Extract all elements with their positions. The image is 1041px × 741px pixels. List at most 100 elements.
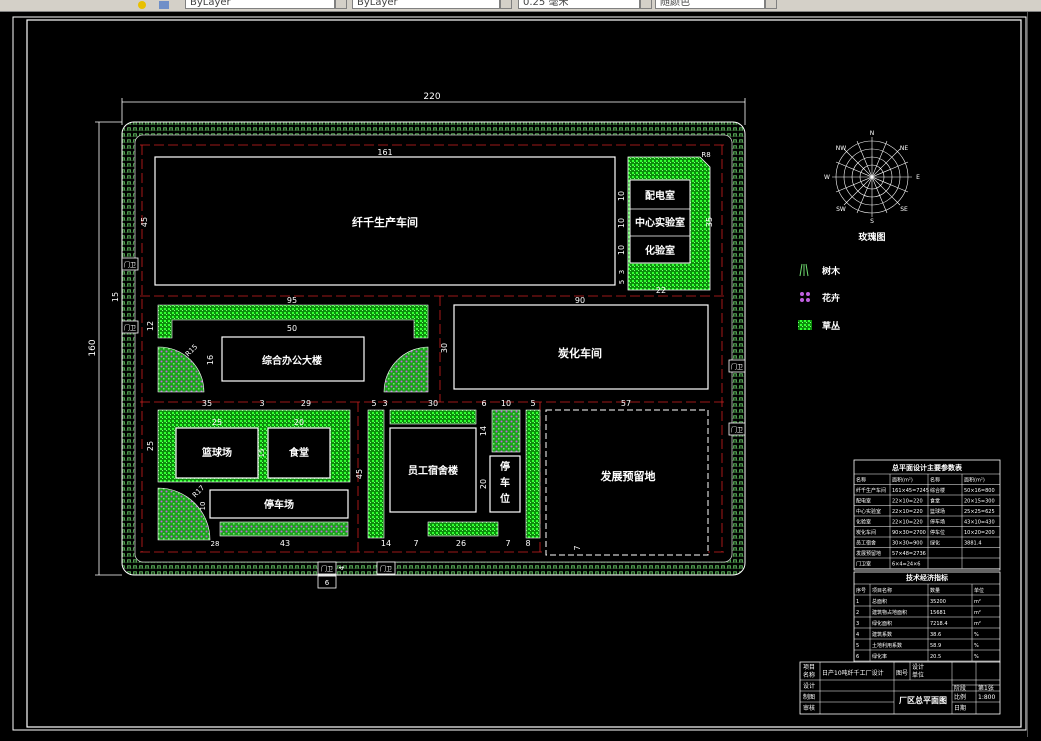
parking-flower-strip	[219, 521, 349, 537]
dim-label: 50	[287, 324, 297, 333]
color-combo[interactable]: ByLayer	[185, 0, 335, 9]
grass-icon	[798, 320, 812, 330]
parking-label: 停车场	[264, 498, 294, 511]
dim-label: 3	[259, 399, 264, 408]
lineweight-combo-arrow[interactable]	[640, 0, 652, 9]
compass-w: W	[824, 174, 830, 181]
table-cell: 4	[856, 632, 859, 638]
tb-drawing-label: 制图	[803, 693, 815, 701]
layer-tools-icon[interactable]	[158, 0, 170, 9]
table-cell: 22×10=220	[892, 499, 923, 505]
table-cell: 中心实验室	[856, 508, 881, 515]
table-cell: 门卫室	[856, 561, 871, 568]
lineweight-combo[interactable]: 0.25 毫米	[518, 0, 640, 9]
dim-label: 7	[505, 539, 510, 548]
table-cell: 篮球场	[930, 508, 945, 515]
gate-label: 门卫	[124, 324, 136, 332]
tb-project-label-1: 项目	[803, 664, 815, 671]
table-cell: 1	[856, 599, 859, 605]
table-cell: 停车位	[930, 529, 945, 536]
drawing-canvas[interactable]: 220 160 纤千生产车间 161 45 配电室 中心实验室 化验室 10 1…	[0, 12, 1041, 737]
parking-space-label-1: 停	[500, 460, 510, 473]
chem-room[interactable]: 化验室	[645, 244, 675, 257]
tb-design-unit-1: 设计	[912, 663, 924, 671]
dim-label: 10	[617, 245, 626, 255]
office-label: 综合办公大楼	[262, 354, 322, 367]
compass-ne: NE	[900, 145, 908, 152]
tree-icon	[799, 263, 809, 277]
table-cell: 员工宿舍	[856, 540, 876, 547]
dim-label: 43	[280, 539, 290, 548]
table-cell: 7218.4	[930, 621, 948, 627]
tb-title: 厂区总平面图	[899, 695, 947, 705]
central-lab[interactable]: 中心实验室	[635, 216, 685, 229]
table-cell: 90×30=2700	[892, 530, 926, 536]
dim-label: 15	[111, 292, 120, 302]
table-header-cell: 单位	[974, 587, 984, 594]
plotstyle-combo[interactable]: 随颜色	[655, 0, 765, 9]
dim-label: 30	[428, 399, 438, 408]
fiber-workshop-label: 纤千生产车间	[352, 215, 418, 229]
tb-stage-label: 阶段	[954, 684, 966, 692]
table-cell: 6	[856, 654, 859, 660]
tb-sheet-label: 第1张	[978, 684, 994, 692]
area-table: 总平面设计主要参数表 名称 面积(m²) 名称 面积(m²) 纤千生产车间 161×45=…	[853, 459, 1001, 571]
layer-state-icon[interactable]	[136, 0, 148, 9]
legend-flower-label: 花卉	[822, 292, 840, 304]
linetype-combo-arrow[interactable]	[500, 0, 512, 9]
dim-160-label: 160	[88, 339, 98, 356]
table-header-cell: 序号	[856, 587, 866, 594]
compass-n: N	[870, 130, 875, 137]
dim-label: R8	[701, 151, 710, 159]
dim-label: 10	[199, 502, 207, 511]
dorm-flower-bed	[491, 409, 521, 453]
table-cell: m²	[974, 621, 981, 627]
table-cell: 炭化车间	[856, 529, 876, 536]
gate-label: 门卫	[321, 565, 333, 573]
dim-label: 5	[371, 399, 376, 408]
compass-nw: NW	[836, 145, 846, 152]
plotstyle-combo-arrow[interactable]	[765, 0, 777, 9]
dim-label: 25	[146, 441, 155, 451]
table-header-cell: 名称	[856, 477, 866, 484]
tb-scale-label: 比例	[954, 693, 966, 701]
table-header-cell: 名称	[930, 477, 940, 484]
power-room[interactable]: 配电室	[645, 189, 675, 202]
dim-label: 5	[530, 399, 535, 408]
table-header-cell: 面积(m²)	[892, 477, 913, 484]
dim-label: 90	[575, 296, 585, 305]
dim-label: 5	[618, 280, 626, 284]
canteen-label: 食堂	[288, 446, 309, 459]
table-cell: 10×20=200	[964, 530, 995, 536]
tb-date-label: 日期	[954, 704, 966, 712]
color-combo-arrow[interactable]	[335, 0, 347, 9]
table-cell: 3881.4	[964, 541, 982, 547]
tech-table-title: 技术经济指标	[906, 573, 948, 582]
table-cell: m²	[974, 610, 981, 616]
linetype-combo[interactable]: ByLayer	[352, 0, 500, 9]
dim-label: 10	[617, 191, 626, 201]
dorm-green-bottom	[427, 521, 499, 537]
table-cell: %	[974, 643, 979, 649]
legend-tree-label: 树木	[822, 265, 841, 277]
table-cell: %	[974, 654, 979, 660]
table-header-cell: 面积(m²)	[964, 477, 985, 484]
dim-overall-height	[95, 121, 122, 576]
gate-label: 门卫	[380, 565, 392, 573]
table-cell: 43×10=430	[964, 520, 995, 526]
dim-label: 3	[382, 399, 387, 408]
tech-table: 技术经济指标 序号 项目名称 数量 单位 1 总面积 35200 m² 2 建筑物占地面积 1568…	[853, 571, 1001, 663]
flower-icon	[800, 292, 810, 302]
area-table-title: 总平面设计主要参数表	[892, 463, 963, 472]
dorm-green-right	[525, 409, 541, 539]
dim-label: 15	[258, 449, 266, 458]
dim-label: 6	[481, 399, 486, 408]
dim-label: 3	[618, 270, 626, 274]
dim-161-label: 161	[377, 148, 392, 157]
table-cell: 2	[856, 610, 859, 616]
tb-project-name: 日产10吨纤千工厂设计	[822, 669, 884, 677]
dim-label: 12	[146, 321, 155, 331]
table-cell: 57×48=2736	[892, 551, 926, 557]
gate-label: 门卫	[124, 261, 136, 269]
dim-label: 10	[501, 399, 511, 408]
